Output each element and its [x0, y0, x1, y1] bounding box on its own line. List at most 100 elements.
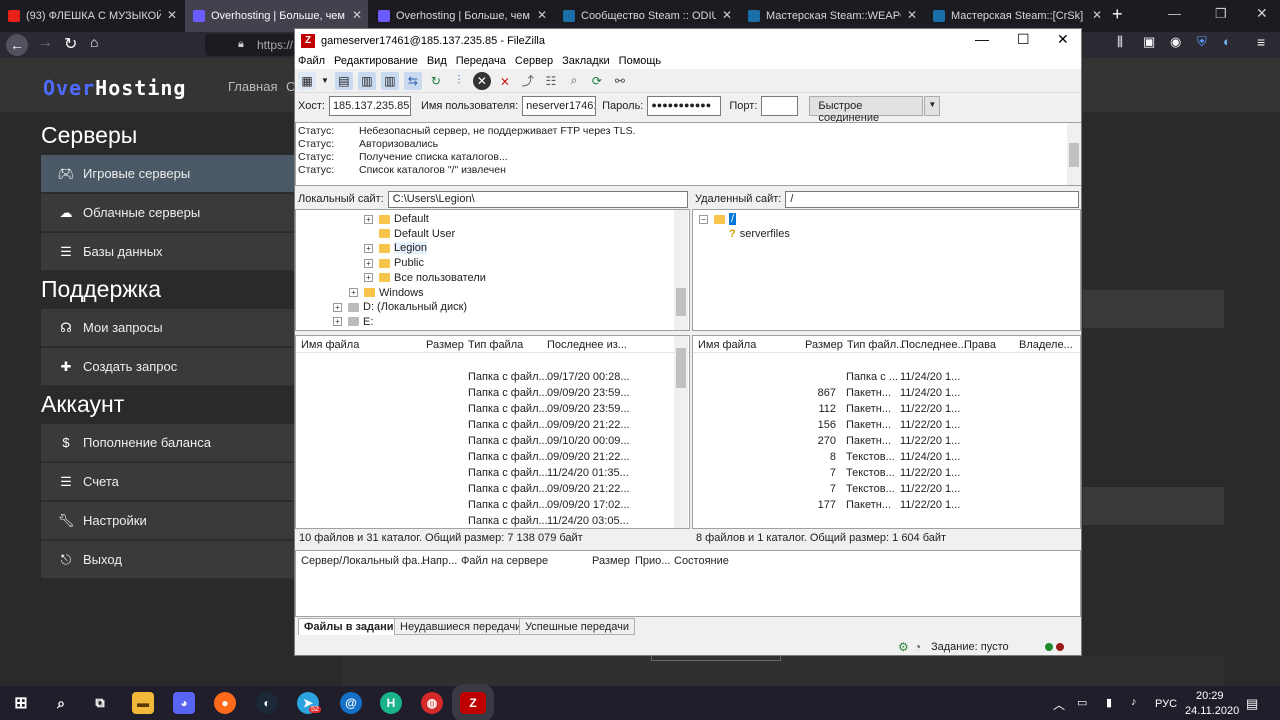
remote-tree-node[interactable]: − / [699, 212, 737, 226]
file-row[interactable]: .oracle_jre_usageПапка с файл...09/17/20… [296, 369, 689, 385]
column-header[interactable]: Последнее из... [547, 339, 627, 351]
column-header[interactable]: Имя файла [301, 339, 359, 351]
search-icon[interactable]: ⌕ [565, 72, 583, 90]
local-tree-node[interactable]: + E: [333, 315, 373, 329]
fz-menu-item[interactable]: Вид [427, 55, 447, 67]
fz-menu-item[interactable]: Файл [298, 55, 325, 67]
column-header[interactable]: Тип файл... [847, 339, 905, 351]
refresh-icon[interactable]: ↻ [427, 72, 445, 90]
local-tree-node[interactable]: + Windows [349, 286, 424, 300]
expand-icon[interactable]: + [364, 214, 373, 224]
remote-tree-node[interactable]: ? serverfiles [729, 227, 790, 241]
collapse-icon[interactable]: − [699, 214, 708, 224]
tray-date[interactable]: 24.11.2020 [1185, 705, 1239, 717]
fz-menu-item[interactable]: Передача [456, 55, 506, 67]
steam-icon[interactable]: ◐ [256, 692, 278, 714]
menu-icon[interactable]: ≡ [1257, 34, 1265, 50]
sidebar-item[interactable]: 🎮︎ Игровые серверы [41, 155, 299, 193]
queue-settings-icon[interactable]: ⚙ [898, 640, 909, 654]
site-logo[interactable]: OverHosting [43, 76, 186, 100]
sidebar-item[interactable]: ✚ Создать запрос [41, 348, 299, 386]
forward-icon[interactable]: → [37, 34, 53, 52]
maximize-browser-button[interactable]: ❐ [1215, 6, 1227, 22]
library-icon[interactable]: ⫼ [1117, 34, 1123, 50]
reload-icon[interactable]: ↻ [64, 34, 77, 54]
column-header[interactable]: Имя файла [698, 339, 756, 351]
cancel-icon[interactable]: ✕ [472, 71, 491, 90]
steam-extension-icon[interactable]: ◐ [1223, 34, 1231, 49]
column-header[interactable]: Владеле... [1019, 339, 1073, 351]
file-row[interactable]: statusgameserve...8Текстов...11/24/20 1.… [693, 449, 1080, 465]
close-browser-button[interactable]: ✕ [1256, 5, 1268, 22]
file-row[interactable]: statusVseSvoi.txt7Текстов...11/22/20 1..… [693, 465, 1080, 481]
quickconnect-button[interactable]: Быстрое соединение [809, 96, 924, 124]
taskbar-search-icon[interactable]: ⌕ [50, 692, 72, 714]
fz-close-button[interactable]: ✕ [1057, 31, 1069, 48]
file-row[interactable]: serverfilesПапка с ...11/24/20 1... [693, 369, 1080, 385]
column-header[interactable]: Размер [426, 339, 464, 351]
queue-column-header[interactable]: Прио... [635, 555, 670, 567]
fz-minimize-button[interactable]: — [975, 31, 989, 47]
fz-menu-item[interactable]: Помощь [619, 55, 662, 67]
sync-browse-icon[interactable]: ⟳ [588, 72, 606, 90]
content-button-outline[interactable] [651, 656, 781, 661]
file-explorer-icon[interactable]: ▬ [132, 692, 154, 714]
local-tree-node[interactable]: + D: (Локальный диск) [333, 300, 467, 314]
binoculars-icon[interactable]: ⚯ [611, 72, 629, 90]
expand-icon[interactable]: + [333, 302, 342, 312]
user-input[interactable]: neserver17461 [522, 96, 597, 116]
local-path-input[interactable]: C:\Users\Legion\ [387, 190, 688, 208]
file-row[interactable]: gameserver1746...867Пакетн...11/24/20 1.… [693, 385, 1080, 401]
queue-column-header[interactable]: Сервер/Локальный фа... [301, 555, 426, 567]
tray-language[interactable]: РУС [1155, 698, 1177, 710]
task-view-icon[interactable]: ⧉ [89, 692, 111, 714]
firefox-icon[interactable]: ● [214, 692, 236, 714]
sidebar-item[interactable]: ☁ Облачные серверы [41, 194, 299, 232]
taskbar-filezilla-icon[interactable]: Z [452, 684, 494, 720]
new-tab-button[interactable]: + [1112, 4, 1123, 25]
toggle-remote-tree-icon[interactable]: ▥ [380, 71, 399, 90]
expand-icon[interactable]: + [364, 243, 373, 253]
minimize-browser-button[interactable]: — [1168, 6, 1181, 21]
tab-close-icon[interactable]: ✕ [722, 8, 732, 22]
tab-close-icon[interactable]: ✕ [167, 8, 177, 22]
remote-path-input[interactable]: / [785, 190, 1079, 208]
site-manager-icon[interactable]: ▦ [298, 71, 316, 90]
file-row[interactable]: .OriginПапка с файл...09/09/20 23:59... [296, 385, 689, 401]
expand-icon[interactable]: + [364, 273, 373, 283]
file-row[interactable]: starterBec.bat270Пакетн...11/22/20 1... [693, 433, 1080, 449]
queue-column-header[interactable]: Размер [592, 555, 630, 567]
app-icon-swirl[interactable]: @ [340, 692, 362, 714]
queue-tab[interactable]: Успешные передачи [519, 618, 636, 635]
local-tree-node[interactable]: + Default [364, 212, 429, 226]
tab-close-icon[interactable]: ✕ [352, 8, 362, 22]
toggle-queue-icon[interactable]: ⇆ [403, 71, 422, 90]
discord-icon[interactable]: ◕ [173, 692, 195, 714]
queue-column-header[interactable]: Состояние [674, 555, 729, 567]
column-header[interactable]: Тип файла [468, 339, 523, 351]
log-scrollbar[interactable] [1067, 123, 1081, 185]
fz-maximize-button[interactable]: ☐ [1017, 31, 1030, 48]
file-row[interactable]: stop.bat177Пакетн...11/22/20 1... [693, 497, 1080, 513]
file-row[interactable]: statusVseSvoiDV...7Текстов...11/22/20 1.… [693, 481, 1080, 497]
browser-tab[interactable]: (93) ФЛЕШКА С МУЗЫКОЙ ✕ [0, 0, 183, 32]
toggle-local-tree-icon[interactable]: ▥ [357, 71, 376, 90]
notifications-icon[interactable]: ▤ [1246, 696, 1258, 712]
file-row[interactable]: start.bat156Пакетн...11/22/20 1... [693, 417, 1080, 433]
disconnect-icon[interactable]: ⨯ [496, 72, 514, 90]
local-tree-node[interactable]: + Legion [364, 241, 428, 255]
local-tree-node[interactable]: + Public [364, 256, 424, 270]
filter-icon[interactable]: ⫶ [450, 72, 468, 90]
file-row[interactable]: Application DataПапка с файл...11/24/20 … [296, 465, 689, 481]
app-icon-opera[interactable]: ◍ [421, 692, 443, 714]
back-icon[interactable]: ← [6, 34, 28, 56]
app-icon-h[interactable]: H [380, 692, 402, 714]
column-header[interactable]: Размер [805, 339, 843, 351]
file-row[interactable]: AppDataПапка с файл...09/09/20 21:22... [296, 449, 689, 465]
fz-menu-item[interactable]: Редактирование [334, 55, 418, 67]
queue-column-header[interactable]: Файл на сервере [461, 555, 548, 567]
speed-limit-icon[interactable]: ◔ [914, 640, 921, 654]
file-row[interactable]: CookiesПапка с файл...09/09/20 17:02... [296, 497, 689, 513]
queue-tab[interactable]: Файлы в задании [298, 618, 407, 635]
fz-menu-item[interactable]: Сервер [515, 55, 553, 67]
